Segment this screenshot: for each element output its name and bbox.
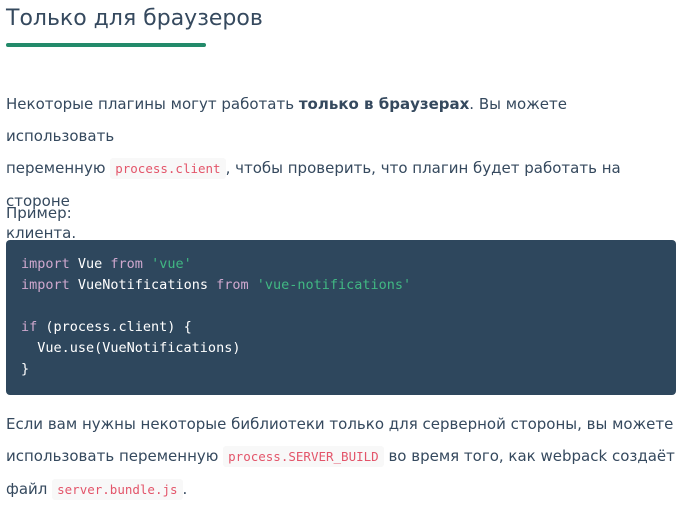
server-text: создаёт <box>607 447 675 465</box>
code-string: 'vue' <box>151 256 192 272</box>
server-text: Если вам нужны некоторые библиотеки толь… <box>6 415 674 433</box>
code-text: } <box>21 361 30 377</box>
code-block[interactable]: import Vue from 'vue' import VueNotificat… <box>6 240 676 395</box>
code-keyword: if <box>21 319 38 335</box>
code-string: 'vue-notifications' <box>256 277 412 293</box>
inline-code-process-client: process.client <box>110 158 226 179</box>
code-keyword: import <box>21 256 70 272</box>
code-text: VueNotifications <box>69 277 217 293</box>
intro-strong-text: только в браузерах <box>298 95 470 113</box>
server-text: файл <box>6 480 53 498</box>
code-text: Vue <box>69 256 111 272</box>
code-lines: import Vue from 'vue' import VueNotificat… <box>21 254 661 380</box>
webpack-text: webpack <box>540 447 608 465</box>
inline-code-server-bundle: server.bundle.js <box>52 479 183 500</box>
code-line: import VueNotifications from 'vue-notifi… <box>21 275 661 296</box>
intro-text: переменную <box>6 159 111 177</box>
page-title: Только для браузеров <box>6 6 263 31</box>
code-keyword: from <box>216 277 249 293</box>
intro-text: Некоторые плагины могут работать <box>6 95 299 113</box>
code-keyword: from <box>110 256 143 272</box>
example-label: Пример: <box>6 204 72 222</box>
title-underline <box>6 43 206 47</box>
code-text: Vue.use(VueNotifications) <box>21 340 241 356</box>
code-line: if (process.client) { <box>21 317 661 338</box>
server-paragraph: Если вам нужны некоторые библиотеки толь… <box>6 408 676 506</box>
code-line: } <box>21 359 661 380</box>
server-text: во время того, как <box>383 447 541 465</box>
code-line: Vue.use(VueNotifications) <box>21 338 661 359</box>
server-text: использовать переменную <box>6 447 224 465</box>
code-line: import Vue from 'vue' <box>21 254 661 275</box>
inline-code-server-build: process.SERVER_BUILD <box>223 446 384 467</box>
server-text: . <box>182 480 188 498</box>
code-text: (process.client) { <box>37 319 192 335</box>
code-keyword: import <box>21 277 70 293</box>
